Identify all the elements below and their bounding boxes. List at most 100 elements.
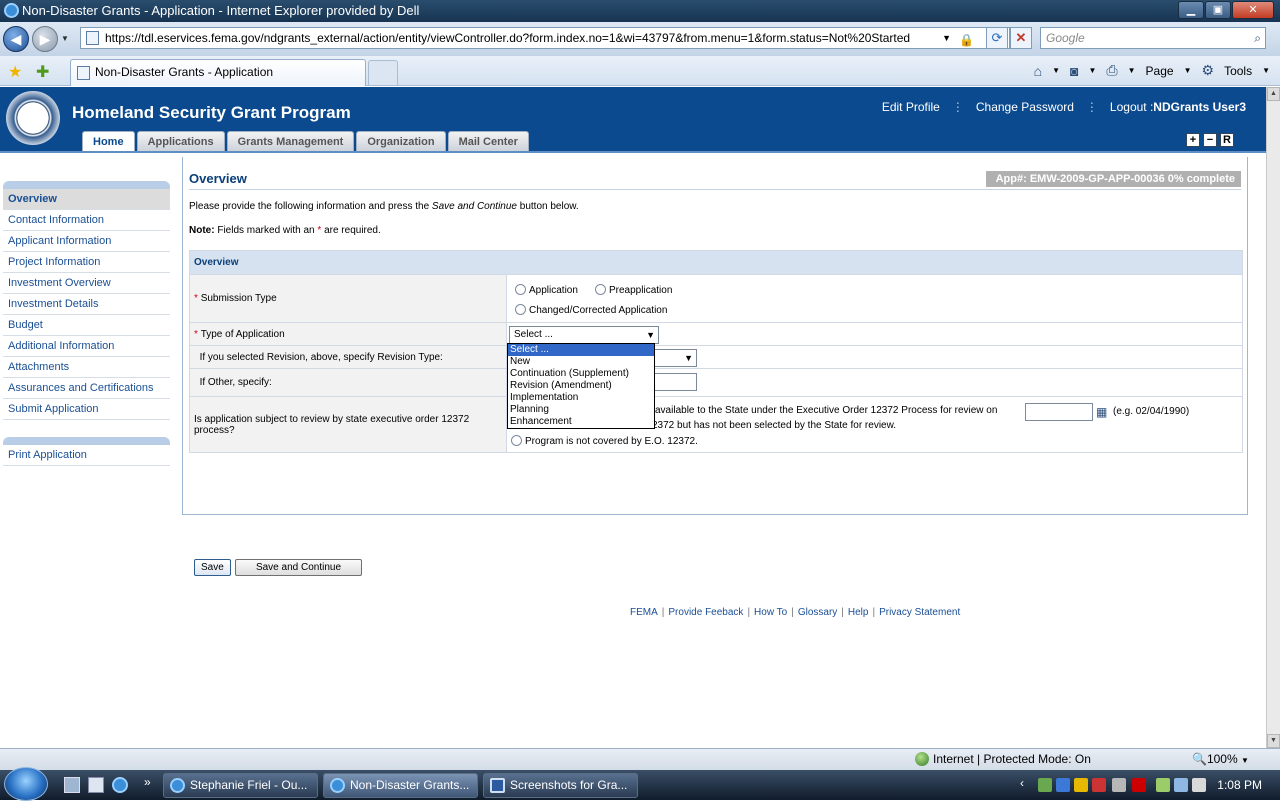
tab-applications[interactable]: Applications	[136, 131, 225, 151]
stop-button[interactable]: ✕	[1010, 27, 1032, 49]
save-button[interactable]: Save	[194, 559, 231, 576]
footer-link-feedback[interactable]: Provide Feeback	[668, 607, 743, 618]
chevron-down-icon[interactable]: ▼	[684, 350, 693, 366]
scroll-up-icon[interactable]: ▲	[1267, 87, 1280, 101]
sidebar-item-submit-application[interactable]: Submit Application	[3, 399, 170, 420]
maximize-button[interactable]: ▣	[1205, 1, 1231, 19]
tray-icon[interactable]	[1092, 778, 1106, 792]
radio-circle[interactable]	[515, 304, 526, 315]
radio-changed-corrected[interactable]: Changed/Corrected Application	[515, 304, 667, 316]
tab-organization[interactable]: Organization	[356, 131, 446, 151]
chevron-down-icon[interactable]: ▼	[646, 327, 655, 343]
minimize-button[interactable]: ▁	[1178, 1, 1204, 19]
dropdown-option[interactable]: Implementation	[508, 392, 654, 404]
eo-option-not-covered[interactable]: Program is not covered by E.O. 12372.	[511, 435, 698, 447]
footer-link-help[interactable]: Help	[848, 607, 869, 618]
type-of-application-select[interactable]: Select ... ▼	[509, 326, 659, 344]
taskbar-item-outlook[interactable]: Stephanie Friel - Ou...	[163, 773, 318, 798]
address-dropdown-icon[interactable]: ▼	[942, 28, 951, 48]
switch-windows-icon[interactable]	[88, 777, 104, 793]
tray-icon[interactable]	[1074, 778, 1088, 792]
sidebar-item-overview[interactable]: Overview	[3, 189, 170, 210]
tab-grants-management[interactable]: Grants Management	[226, 131, 355, 151]
security-zone[interactable]: Internet | Protected Mode: On	[915, 752, 1091, 766]
tab-mail-center[interactable]: Mail Center	[447, 131, 529, 151]
back-button[interactable]: ◀	[3, 26, 29, 52]
zoom-dropdown-icon[interactable]: ▼	[1241, 756, 1249, 765]
sidebar-item-contact-information[interactable]: Contact Information	[3, 210, 170, 231]
feeds-dropdown-icon[interactable]: ▼	[1089, 66, 1097, 75]
tray-icon[interactable]	[1056, 778, 1070, 792]
zoom-control[interactable]: 🔍100% ▼	[1192, 752, 1249, 766]
close-button[interactable]: ✕	[1232, 1, 1274, 19]
print-application-link[interactable]: Print Application	[3, 445, 170, 466]
sidebar-item-assurances[interactable]: Assurances and Certifications	[3, 378, 170, 399]
change-password-link[interactable]: Change Password	[976, 100, 1074, 114]
radio-circle[interactable]	[595, 284, 606, 295]
footer-link-glossary[interactable]: Glossary	[798, 607, 837, 618]
dropdown-option[interactable]: Enhancement	[508, 416, 654, 428]
type-of-application-dropdown[interactable]: Select ... New Continuation (Supplement)…	[507, 343, 655, 429]
eo-option-not-selected[interactable]: 2372 but has not been selected by the St…	[652, 420, 896, 431]
tab-home[interactable]: Home	[82, 131, 135, 151]
sidebar-item-investment-overview[interactable]: Investment Overview	[3, 273, 170, 294]
mcafee-icon[interactable]	[1132, 778, 1146, 792]
dropdown-option[interactable]: Revision (Amendment)	[508, 380, 654, 392]
radio-circle[interactable]	[511, 435, 522, 446]
network-icon[interactable]	[1174, 778, 1188, 792]
address-input[interactable]: https://tdl.eservices.fema.gov/ndgrants_…	[80, 27, 1010, 49]
calendar-icon[interactable]: ▦	[1096, 405, 1107, 419]
print-dropdown-icon[interactable]: ▼	[1128, 66, 1136, 75]
forward-button[interactable]: ▶	[32, 26, 58, 52]
footer-link-fema[interactable]: FEMA	[630, 607, 658, 618]
history-dropdown-icon[interactable]: ▼	[61, 34, 69, 43]
sidebar-item-applicant-information[interactable]: Applicant Information	[3, 231, 170, 252]
taskbar-item-non-disaster-grants[interactable]: Non-Disaster Grants...	[323, 773, 478, 798]
vertical-scrollbar[interactable]: ▲ ▼	[1266, 87, 1280, 748]
footer-link-privacy[interactable]: Privacy Statement	[879, 607, 960, 618]
search-input[interactable]: Google ⌕	[1040, 27, 1266, 49]
save-and-continue-button[interactable]: Save and Continue	[235, 559, 362, 576]
new-tab-button[interactable]	[368, 60, 398, 85]
refresh-button[interactable]: ⟳	[986, 27, 1008, 49]
sidebar-item-additional-information[interactable]: Additional Information	[3, 336, 170, 357]
gear-icon[interactable]: ⚙	[1202, 62, 1215, 79]
dropdown-option[interactable]: Planning	[508, 404, 654, 416]
dropdown-option[interactable]: New	[508, 356, 654, 368]
add-favorite-icon[interactable]: ✚	[36, 62, 49, 82]
eo-option-available[interactable]: available to the State under the Executi…	[655, 405, 997, 416]
page-menu[interactable]: Page	[1146, 64, 1174, 78]
dropdown-option[interactable]: Select ...	[508, 344, 654, 356]
scroll-down-icon[interactable]: ▼	[1267, 734, 1280, 748]
home-icon[interactable]: ⌂	[1034, 63, 1042, 79]
start-button[interactable]	[4, 767, 48, 801]
browser-tab-active[interactable]: Non-Disaster Grants - Application	[70, 59, 366, 86]
increase-text-button[interactable]: +	[1186, 133, 1200, 147]
lock-icon[interactable]: 🔒	[959, 30, 974, 47]
search-icon[interactable]: ⌕	[1254, 28, 1261, 48]
dropdown-option[interactable]: Continuation (Supplement)	[508, 368, 654, 380]
footer-link-how-to[interactable]: How To	[754, 607, 787, 618]
logout-link[interactable]: Logout :NDGrants User3	[1110, 100, 1246, 114]
tray-icon[interactable]	[1156, 778, 1170, 792]
favorites-star-icon[interactable]: ★	[8, 62, 22, 82]
page-dropdown-icon[interactable]: ▼	[1184, 66, 1192, 75]
radio-preapplication[interactable]: Preapplication	[595, 284, 672, 296]
ie-quicklaunch-icon[interactable]	[112, 777, 128, 793]
quicklaunch-chevron-icon[interactable]: »	[144, 775, 151, 789]
radio-circle[interactable]	[515, 284, 526, 295]
eo-date-input[interactable]	[1025, 403, 1093, 421]
edit-profile-link[interactable]: Edit Profile	[882, 100, 940, 114]
radio-application[interactable]: Application	[515, 284, 578, 296]
taskbar-item-screenshots[interactable]: Screenshots for Gra...	[483, 773, 638, 798]
tray-icon[interactable]	[1112, 778, 1126, 792]
decrease-text-button[interactable]: −	[1203, 133, 1217, 147]
feeds-icon[interactable]: ◙	[1070, 63, 1078, 79]
tools-menu[interactable]: Tools	[1224, 64, 1252, 78]
print-icon[interactable]: ⎙	[1106, 62, 1117, 79]
home-dropdown-icon[interactable]: ▼	[1052, 66, 1060, 75]
sidebar-item-budget[interactable]: Budget	[3, 315, 170, 336]
sidebar-item-investment-details[interactable]: Investment Details	[3, 294, 170, 315]
tools-dropdown-icon[interactable]: ▼	[1262, 66, 1270, 75]
clock[interactable]: 1:08 PM	[1217, 778, 1262, 792]
